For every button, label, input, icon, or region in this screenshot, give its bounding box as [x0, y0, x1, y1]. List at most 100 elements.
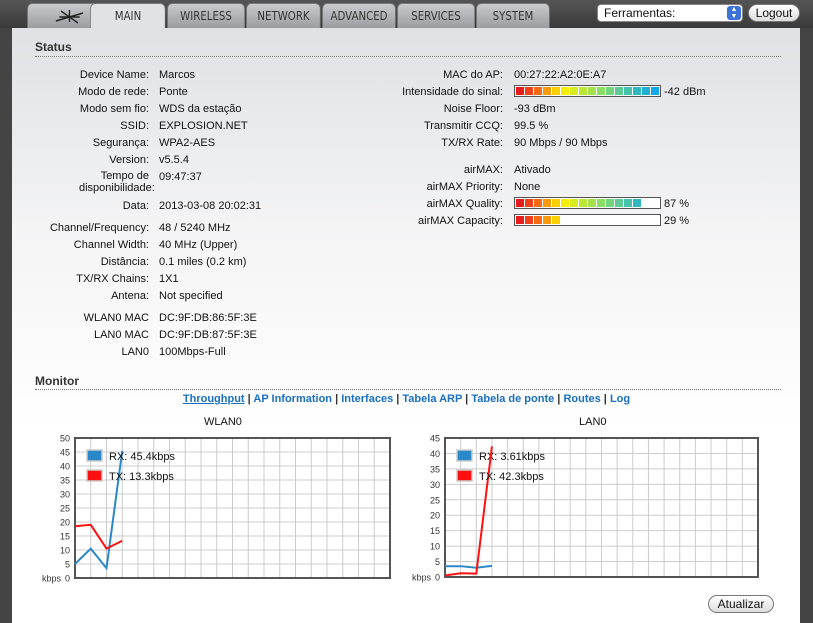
bar-segment	[552, 87, 560, 95]
status-value: 99.5 %	[514, 120, 549, 132]
status-value: 0.1 miles (0.2 km)	[159, 256, 247, 268]
bar-segment	[525, 216, 533, 224]
status-value: 09:47:37	[159, 171, 202, 183]
status-value: 90 Mbps / 90 Mbps	[514, 137, 608, 149]
link-separator: |	[332, 393, 342, 405]
bar-segment	[552, 199, 560, 207]
ubiquiti-logo-icon	[55, 10, 84, 24]
top-bar: MAIN WIRELESS NETWORK ADVANCED SERVICES SYSTE…	[0, 0, 813, 29]
tab-advanced[interactable]: ADVANCED	[322, 3, 396, 28]
bar-segment	[597, 199, 605, 207]
monitor-link-throughput[interactable]: Throughput	[183, 393, 245, 405]
status-value: 48 / 5240 MHz	[159, 222, 231, 234]
status-value: Not specified	[159, 290, 223, 302]
tab-wireless[interactable]: WIRELESS	[167, 3, 245, 28]
status-heading: Status	[35, 40, 72, 54]
status-value: -42 dBm	[664, 86, 706, 98]
monitor-link-tabela-de-ponte[interactable]: Tabela de ponte	[471, 393, 554, 405]
airmax-capacity-bar	[514, 214, 661, 226]
status-value: DC:9F:DB:87:5F:3E	[159, 329, 257, 341]
monitor-link-routes[interactable]: Routes	[563, 393, 600, 405]
status-value: Ativado	[514, 164, 551, 176]
status-label: LAN0 MAC	[93, 329, 149, 341]
status-label: Tempo de disponibilidade:	[79, 170, 155, 194]
bar-segment	[606, 199, 614, 207]
bar-segment	[615, 199, 623, 207]
bar-segment	[588, 87, 596, 95]
bar-segment	[615, 87, 623, 95]
status-label: Device Name:	[79, 69, 149, 81]
status-label: WLAN0 MAC	[83, 312, 149, 324]
logout-button[interactable]: Logout	[748, 4, 800, 22]
status-label: Intensidade do sinal:	[402, 86, 503, 98]
status-label: airMAX Quality:	[426, 198, 503, 210]
bar-segment	[633, 87, 641, 95]
bar-segment	[597, 87, 605, 95]
status-value: Ponte	[159, 86, 188, 98]
bar-segment	[525, 199, 533, 207]
bar-segment	[579, 199, 587, 207]
bar-segment	[543, 87, 551, 95]
status-label: Version:	[109, 154, 149, 166]
bar-segment	[642, 87, 650, 95]
bar-segment	[588, 199, 596, 207]
bar-segment	[516, 199, 524, 207]
monitor-link-log[interactable]: Log	[610, 393, 630, 405]
status-label: Noise Floor:	[443, 103, 503, 115]
status-value: 40 MHz (Upper)	[159, 239, 238, 251]
status-label: Channel Width:	[73, 239, 149, 251]
tools-select[interactable]: Ferramentas: ▲ ▼	[597, 4, 743, 22]
bar-segment	[561, 87, 569, 95]
status-label: MAC do AP:	[443, 69, 503, 81]
monitor-link-ap-information[interactable]: AP Information	[253, 393, 332, 405]
status-value: WPA2-AES	[159, 137, 216, 149]
status-label: Segurança:	[92, 137, 149, 149]
tab-services[interactable]: SERVICES	[397, 3, 475, 28]
status-label: airMAX Capacity:	[418, 215, 503, 227]
bar-segment	[561, 199, 569, 207]
status-label: SSID:	[120, 120, 149, 132]
status-value: v5.5.4	[159, 154, 189, 166]
bar-segment	[579, 87, 587, 95]
bar-segment	[624, 87, 632, 95]
main-panel	[12, 28, 800, 623]
bar-segment	[534, 87, 542, 95]
bar-segment	[534, 216, 542, 224]
divider	[35, 389, 781, 390]
bar-segment	[552, 216, 560, 224]
monitor-link-interfaces[interactable]: Interfaces	[341, 393, 393, 405]
bar-segment	[570, 199, 578, 207]
refresh-button[interactable]: Atualizar	[708, 595, 774, 613]
status-value: EXPLOSION.NET	[159, 120, 248, 132]
monitor-links: Throughput | AP Information | Interfaces…	[0, 393, 813, 405]
bar-segment	[543, 199, 551, 207]
status-label: Data:	[122, 200, 149, 212]
status-label: Transmitir CCQ:	[423, 120, 503, 132]
bar-segment	[534, 199, 542, 207]
bar-segment	[651, 87, 659, 95]
bar-segment	[624, 199, 632, 207]
status-value: DC:9F:DB:86:5F:3E	[159, 312, 257, 324]
bar-segment	[516, 216, 524, 224]
tab-network[interactable]: NETWORK	[246, 3, 321, 28]
status-label: Channel/Frequency:	[49, 222, 149, 234]
bar-segment	[633, 199, 641, 207]
status-label: Antena:	[111, 290, 149, 302]
link-separator: |	[600, 393, 610, 405]
status-label: Modo de rede:	[78, 86, 149, 98]
bar-segment	[516, 87, 524, 95]
monitor-heading: Monitor	[35, 374, 79, 388]
status-label: airMAX:	[463, 164, 503, 176]
status-value: 100Mbps-Full	[159, 346, 226, 358]
status-value: 29 %	[664, 215, 690, 227]
status-label: airMAX Priority:	[426, 181, 503, 193]
tab-system[interactable]: SYSTEM	[476, 3, 550, 28]
tab-main[interactable]: MAIN	[90, 3, 166, 29]
status-value: -93 dBm	[514, 103, 556, 115]
status-value: Marcos	[159, 69, 196, 81]
status-value: None	[514, 181, 541, 193]
chart-title-lan0: LAN0	[579, 416, 607, 428]
monitor-link-tabela-arp[interactable]: Tabela ARP	[402, 393, 462, 405]
status-value: WDS da estação	[159, 103, 242, 115]
signal-strength-bar	[514, 85, 661, 97]
